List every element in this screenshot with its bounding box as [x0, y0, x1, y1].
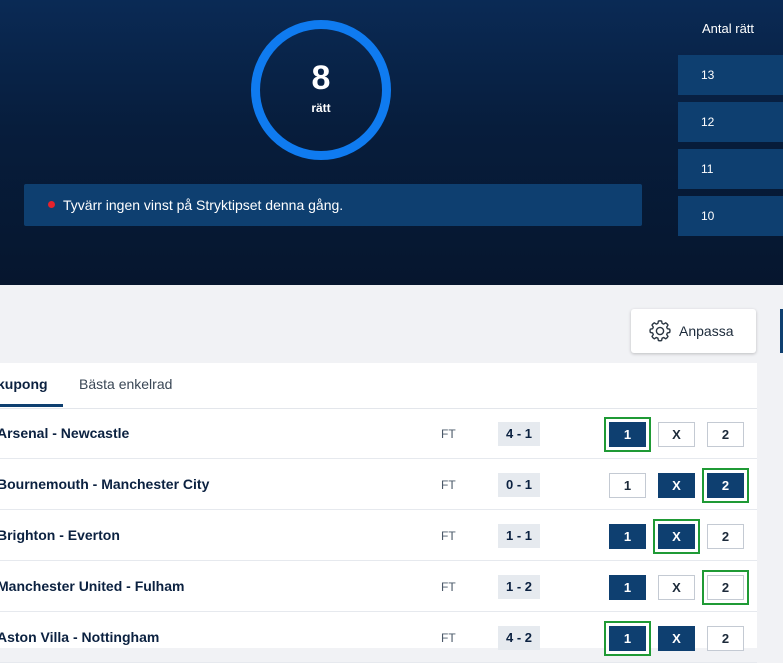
antal-row-label: 12	[701, 115, 715, 129]
match-result: 4 - 1	[498, 422, 540, 446]
active-tab-indicator	[0, 404, 63, 407]
antal-ratt-title: Antal rätt	[702, 21, 755, 36]
table-row: Brighton - Everton FT 1 - 1 1 X 2	[0, 511, 757, 561]
match-teams: Arsenal - Newcastle	[0, 425, 130, 441]
match-teams: Manchester United - Fulham	[0, 578, 185, 594]
option-x-button[interactable]: X	[658, 524, 695, 549]
table-row: Aston Villa - Nottingham FT 4 - 2 1 X 2	[0, 613, 757, 663]
anpassa-label: Anpassa	[679, 323, 734, 339]
score-value: 8	[311, 59, 331, 97]
antal-row-label: 13	[701, 68, 715, 82]
antal-row-label: 11	[701, 162, 714, 176]
option-1-button[interactable]: 1	[609, 575, 646, 600]
antal-row-11: 11	[678, 149, 783, 189]
gear-icon	[649, 320, 671, 342]
option-2-button[interactable]: 2	[707, 626, 744, 651]
table-row: Arsenal - Newcastle FT 4 - 1 1 X 2	[0, 409, 757, 459]
match-status: FT	[441, 478, 456, 492]
match-status: FT	[441, 427, 456, 441]
match-status: FT	[441, 529, 456, 543]
match-teams: Bournemouth - Manchester City	[0, 476, 210, 492]
alert-dot-icon	[48, 201, 55, 208]
option-x-button[interactable]: X	[658, 422, 695, 447]
match-result: 1 - 1	[498, 524, 540, 548]
match-result: 4 - 2	[498, 626, 540, 650]
option-2-button[interactable]: 2	[707, 422, 744, 447]
result-message-text: Tyvärr ingen vinst på Stryktipset denna …	[63, 197, 344, 213]
table-row: Bournemouth - Manchester City FT 0 - 1 1…	[0, 460, 757, 510]
anpassa-button[interactable]: Anpassa	[631, 309, 756, 353]
option-2-button[interactable]: 2	[707, 575, 744, 600]
table-row: Manchester United - Fulham FT 1 - 2 1 X …	[0, 562, 757, 612]
match-result: 1 - 2	[498, 575, 540, 599]
match-teams: Aston Villa - Nottingham	[0, 629, 160, 645]
option-2-button[interactable]: 2	[707, 473, 744, 498]
option-2-button[interactable]: 2	[707, 524, 744, 549]
option-1-button[interactable]: 1	[609, 524, 646, 549]
tab-basta-enkelrad[interactable]: Bästa enkelrad	[79, 375, 172, 393]
coupon-card: kupong Bästa enkelrad Arsenal - Newcastl…	[0, 363, 757, 663]
option-1-button[interactable]: 1	[609, 626, 646, 651]
match-teams: Brighton - Everton	[0, 527, 120, 543]
antal-row-12: 12	[678, 102, 783, 142]
antal-row-13: 13	[678, 55, 783, 95]
antal-row-10: 10	[678, 196, 783, 236]
match-result: 0 - 1	[498, 473, 540, 497]
option-x-button[interactable]: X	[658, 626, 695, 651]
match-status: FT	[441, 631, 456, 645]
result-message: Tyvärr ingen vinst på Stryktipset denna …	[24, 184, 642, 226]
option-1-button[interactable]: 1	[609, 422, 646, 447]
option-x-button[interactable]: X	[658, 575, 695, 600]
option-1-button[interactable]: 1	[609, 473, 646, 498]
antal-row-label: 10	[701, 209, 715, 223]
tab-kupong[interactable]: kupong	[0, 375, 48, 393]
option-x-button[interactable]: X	[658, 473, 695, 498]
match-status: FT	[441, 580, 456, 594]
score-label: rätt	[311, 101, 331, 115]
result-header: 8 rätt Tyvärr ingen vinst på Stryktipset…	[0, 0, 783, 285]
